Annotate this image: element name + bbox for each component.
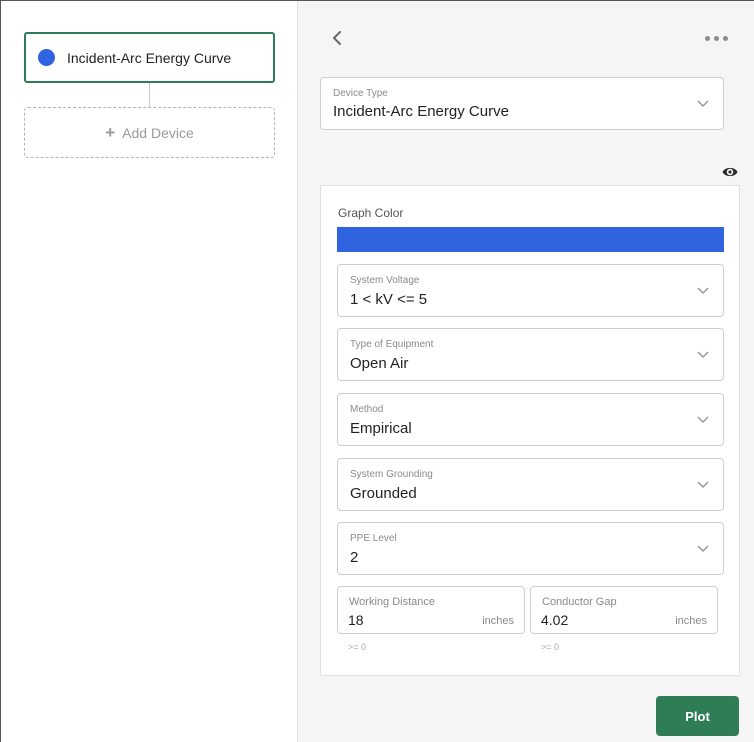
device-type-select[interactable]: Device Type Incident-Arc Energy Curve: [320, 77, 724, 130]
chevron-down-icon: [697, 350, 709, 358]
working-distance-unit: inches: [482, 615, 514, 627]
method-value: Empirical: [350, 420, 412, 437]
eye-icon[interactable]: [722, 165, 738, 179]
conductor-gap-label: Conductor Gap: [542, 596, 617, 608]
add-device-label: Add Device: [122, 124, 194, 141]
add-device-button[interactable]: + Add Device: [24, 107, 275, 158]
device-color-dot: [38, 49, 55, 66]
working-distance-field: Working Distance inches: [337, 586, 525, 634]
working-distance-label: Working Distance: [349, 596, 435, 608]
ppe-level-value: 2: [350, 549, 359, 566]
device-type-label: Device Type: [333, 88, 388, 99]
method-label: Method: [350, 404, 384, 415]
conductor-gap-field: Conductor Gap inches: [530, 586, 718, 634]
plus-icon: +: [105, 123, 116, 142]
conductor-gap-hint: >= 0: [541, 642, 560, 652]
system-grounding-value: Grounded: [350, 485, 417, 502]
plot-button[interactable]: Plot: [656, 696, 739, 736]
curve-settings-card: Graph Color System Voltage 1 < kV <= 5 T…: [320, 185, 740, 676]
device-type-value: Incident-Arc Energy Curve: [333, 103, 509, 120]
conductor-gap-unit: inches: [675, 615, 707, 627]
equipment-type-value: Open Air: [350, 355, 409, 372]
chevron-down-icon: [697, 99, 709, 107]
device-tree-panel: Incident-Arc Energy Curve + Add Device: [1, 1, 298, 742]
graph-color-label: Graph Color: [338, 206, 404, 220]
more-horizontal-icon[interactable]: [705, 32, 735, 44]
system-grounding-select[interactable]: System Grounding Grounded: [337, 458, 724, 511]
working-distance-input[interactable]: [348, 611, 458, 629]
graph-color-swatch[interactable]: [337, 227, 724, 252]
equipment-type-label: Type of Equipment: [350, 339, 434, 350]
equipment-type-select[interactable]: Type of Equipment Open Air: [337, 328, 724, 381]
chevron-down-icon: [697, 286, 709, 294]
working-distance-hint: >= 0: [348, 642, 367, 652]
chevron-down-icon: [697, 415, 709, 423]
chevron-left-icon[interactable]: [330, 28, 344, 48]
chevron-down-icon: [697, 480, 709, 488]
system-voltage-select[interactable]: System Voltage 1 < kV <= 5: [337, 264, 724, 317]
ppe-level-select[interactable]: PPE Level 2: [337, 522, 724, 575]
chevron-down-icon: [697, 544, 709, 552]
system-voltage-label: System Voltage: [350, 275, 420, 286]
system-voltage-value: 1 < kV <= 5: [350, 291, 428, 308]
tree-connector: [149, 83, 150, 107]
system-grounding-label: System Grounding: [350, 469, 433, 480]
device-settings-panel: Device Type Incident-Arc Energy Curve Gr…: [298, 1, 754, 742]
device-card-label: Incident-Arc Energy Curve: [67, 49, 232, 66]
device-card-incident-arc[interactable]: Incident-Arc Energy Curve: [24, 32, 275, 83]
method-select[interactable]: Method Empirical: [337, 393, 724, 446]
ppe-level-label: PPE Level: [350, 533, 397, 544]
conductor-gap-input[interactable]: [541, 611, 651, 629]
